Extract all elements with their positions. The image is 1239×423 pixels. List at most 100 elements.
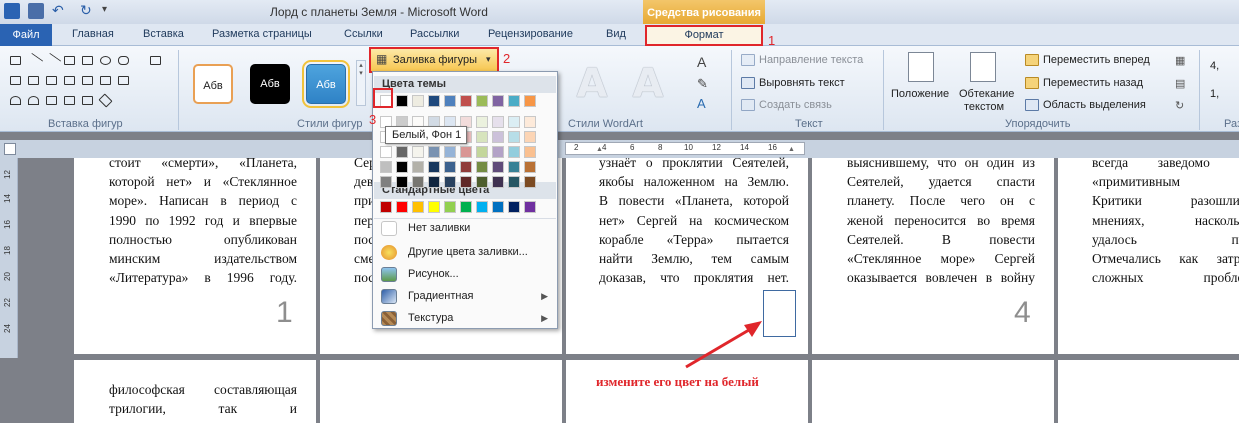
group-icon[interactable]: ▤: [1175, 77, 1185, 90]
shape-rounded[interactable]: [118, 56, 129, 65]
tab-format[interactable]: Формат: [645, 25, 763, 46]
theme-color-swatch[interactable]: [508, 95, 520, 107]
tab-selector[interactable]: [4, 143, 16, 155]
shape-flowchart[interactable]: [118, 76, 129, 85]
create-link-icon[interactable]: [741, 99, 755, 111]
theme-color-variant-swatch[interactable]: [508, 116, 520, 128]
undo-icon[interactable]: ↶: [52, 3, 68, 19]
tab-insert[interactable]: Вставка: [143, 28, 184, 40]
theme-color-variant-swatch[interactable]: [492, 161, 504, 173]
shape-arrow-down[interactable]: [64, 76, 75, 85]
theme-color-variant-swatch[interactable]: [396, 146, 408, 158]
theme-color-swatch[interactable]: [460, 95, 472, 107]
theme-color-variant-swatch[interactable]: [460, 176, 472, 188]
shape-arc[interactable]: [10, 96, 21, 105]
shape-triangle[interactable]: [10, 76, 21, 85]
theme-color-variant-swatch[interactable]: [476, 131, 488, 143]
tab-file[interactable]: Файл: [0, 24, 52, 46]
theme-color-variant-swatch[interactable]: [412, 161, 424, 173]
standard-color-swatch[interactable]: [476, 201, 488, 213]
wordart-sample-2[interactable]: A: [626, 62, 670, 106]
theme-color-variant-swatch[interactable]: [380, 146, 392, 158]
width-value[interactable]: 1,: [1210, 88, 1219, 100]
shape-fill-button[interactable]: ▦ Заливка фигуры ▾: [369, 47, 499, 73]
style-scroll-icon[interactable]: ▴ ▾: [356, 60, 366, 106]
tab-home[interactable]: Главная: [72, 28, 114, 40]
save-icon[interactable]: [28, 3, 44, 19]
shape-brace[interactable]: [46, 96, 57, 105]
theme-color-variant-swatch[interactable]: [380, 161, 392, 173]
theme-color-variant-swatch[interactable]: [476, 176, 488, 188]
customize-toolbar-icon[interactable]: ▾: [102, 3, 118, 19]
theme-color-variant-swatch[interactable]: [412, 176, 424, 188]
wrap-text-icon[interactable]: [970, 52, 996, 82]
shape-style-black[interactable]: Абв: [250, 64, 290, 104]
theme-color-variant-swatch[interactable]: [524, 176, 536, 188]
standard-color-swatch[interactable]: [396, 201, 408, 213]
gradient-item[interactable]: Градиентная ▶: [374, 286, 556, 307]
selection-pane-command[interactable]: Область выделения: [1043, 99, 1146, 111]
theme-color-variant-swatch[interactable]: [396, 161, 408, 173]
vertical-ruler[interactable]: 12 14 16 18 20 22 24: [0, 158, 18, 358]
shape-style-blue[interactable]: Абв: [302, 60, 350, 108]
send-backward-icon[interactable]: [1025, 77, 1039, 89]
shape-arrow-right[interactable]: [46, 76, 57, 85]
shape-lshape[interactable]: [28, 76, 39, 85]
wrap-text-command-line2[interactable]: текстом: [964, 101, 1004, 113]
theme-color-variant-swatch[interactable]: [524, 146, 536, 158]
theme-color-variant-swatch[interactable]: [444, 176, 456, 188]
shape-arrow[interactable]: [44, 52, 62, 69]
position-icon[interactable]: [908, 52, 934, 82]
picture-item[interactable]: Рисунок...: [374, 264, 556, 285]
theme-color-variant-swatch[interactable]: [476, 146, 488, 158]
shape-oval[interactable]: [100, 56, 111, 65]
tab-references[interactable]: Ссылки: [344, 28, 383, 40]
theme-color-variant-swatch[interactable]: [396, 176, 408, 188]
theme-color-variant-swatch[interactable]: [524, 131, 536, 143]
send-backward-command[interactable]: Переместить назад: [1043, 77, 1143, 89]
theme-color-swatch[interactable]: [396, 95, 408, 107]
theme-color-variant-swatch[interactable]: [380, 176, 392, 188]
texture-item[interactable]: Текстура ▶: [374, 308, 556, 329]
theme-color-swatch[interactable]: [428, 95, 440, 107]
theme-color-variant-swatch[interactable]: [428, 146, 440, 158]
shape-curve[interactable]: [28, 96, 39, 105]
bring-forward-command[interactable]: Переместить вперед: [1043, 54, 1150, 66]
shape-elbow[interactable]: [64, 56, 75, 65]
standard-color-swatch[interactable]: [380, 201, 392, 213]
theme-color-variant-swatch[interactable]: [492, 131, 504, 143]
text-outline-icon[interactable]: ✎: [697, 76, 708, 92]
theme-color-swatch[interactable]: [524, 95, 536, 107]
height-value[interactable]: 4,: [1210, 60, 1219, 72]
shape-brace-right[interactable]: [64, 96, 75, 105]
theme-color-variant-swatch[interactable]: [444, 146, 456, 158]
theme-color-variant-swatch[interactable]: [508, 176, 520, 188]
theme-color-variant-swatch[interactable]: [476, 116, 488, 128]
edit-shape-icon[interactable]: [150, 56, 161, 65]
right-indent-marker-icon[interactable]: ▲: [788, 146, 795, 153]
standard-color-swatch[interactable]: [460, 201, 472, 213]
theme-color-variant-swatch[interactable]: [428, 176, 440, 188]
theme-color-swatch[interactable]: [476, 95, 488, 107]
theme-color-variant-swatch[interactable]: [460, 161, 472, 173]
standard-color-swatch[interactable]: [524, 201, 536, 213]
text-direction-command[interactable]: Направление текста: [759, 54, 863, 66]
selection-pane-icon[interactable]: [1025, 99, 1039, 111]
position-command[interactable]: Положение: [891, 88, 949, 100]
wrap-text-command-line1[interactable]: Обтекание: [959, 88, 1014, 100]
align-text-command[interactable]: Выровнять текст: [759, 77, 845, 89]
shape-rectangle[interactable]: [82, 56, 93, 65]
theme-color-variant-swatch[interactable]: [412, 146, 424, 158]
tab-mailings[interactable]: Рассылки: [410, 28, 459, 40]
theme-color-variant-swatch[interactable]: [508, 131, 520, 143]
no-fill-item[interactable]: Нет заливки: [374, 218, 556, 239]
theme-color-variant-swatch[interactable]: [508, 161, 520, 173]
text-direction-icon[interactable]: [741, 54, 755, 66]
shape-style-white[interactable]: Абв: [193, 64, 233, 104]
theme-color-variant-swatch[interactable]: [476, 161, 488, 173]
theme-color-variant-swatch[interactable]: [524, 116, 536, 128]
align-icon[interactable]: ▦: [1175, 54, 1185, 67]
theme-color-swatch[interactable]: [444, 95, 456, 107]
shape-diamond[interactable]: [98, 93, 113, 108]
standard-color-swatch[interactable]: [412, 201, 424, 213]
